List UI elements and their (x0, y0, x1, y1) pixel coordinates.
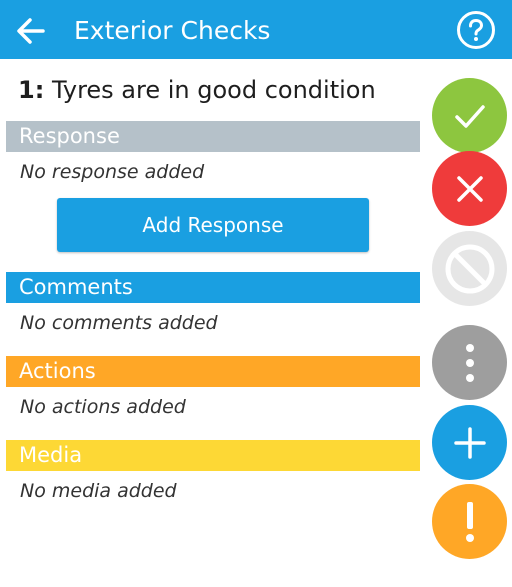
help-button[interactable] (456, 10, 496, 50)
comments-header[interactable]: Comments (6, 272, 420, 303)
alert-button[interactable] (432, 484, 507, 559)
block-icon (445, 244, 494, 293)
checkmark-icon (454, 104, 485, 128)
question-text: Tyres are in good condition (51, 76, 376, 104)
actions-header[interactable]: Actions (6, 356, 420, 387)
pass-button[interactable] (432, 78, 507, 153)
question-circle-icon (457, 11, 495, 49)
response-empty-text: No response added (20, 161, 205, 183)
question-number: 1: (18, 76, 45, 104)
response-header: Response (6, 121, 420, 152)
close-icon (456, 175, 483, 202)
plus-icon (453, 426, 486, 459)
more-vertical-icon (465, 343, 474, 382)
page-title: Exterior Checks (74, 16, 271, 45)
media-header[interactable]: Media (6, 440, 420, 471)
fail-button[interactable] (432, 151, 507, 226)
question-title: 1: Tyres are in good condition (18, 74, 376, 106)
actions-empty-text: No actions added (20, 396, 186, 418)
not-applicable-button[interactable] (432, 231, 507, 306)
arrow-left-icon (17, 18, 45, 44)
media-empty-text: No media added (20, 480, 177, 502)
add-button[interactable] (432, 405, 507, 480)
app-bar: Exterior Checks (0, 0, 512, 59)
more-options-button[interactable] (432, 325, 507, 400)
add-response-button[interactable]: Add Response (57, 198, 369, 252)
exclamation-icon (465, 501, 474, 542)
comments-empty-text: No comments added (20, 312, 218, 334)
back-button[interactable] (12, 12, 50, 50)
